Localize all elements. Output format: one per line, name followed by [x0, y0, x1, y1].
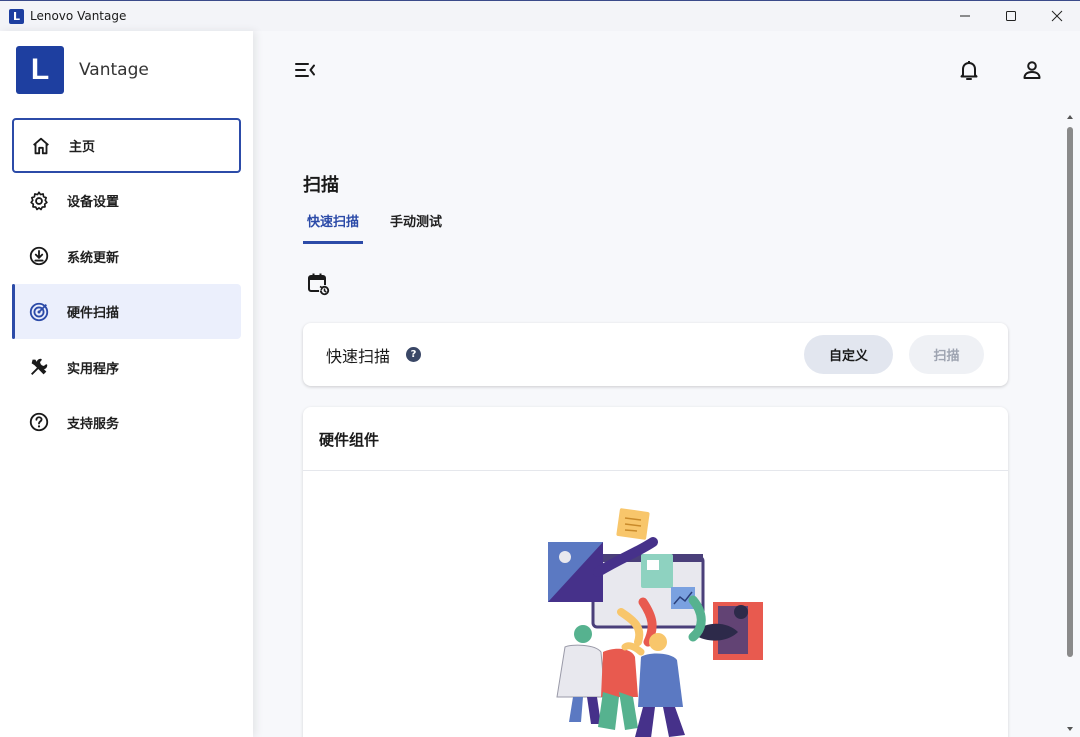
tab-quick-scan[interactable]: 快速扫描: [303, 207, 364, 244]
app-logo-icon: L: [9, 8, 24, 24]
scan-tabs: 快速扫描 手动测试: [303, 207, 469, 244]
page-title: 扫描: [303, 175, 339, 196]
sidebar-item-label: 设备设置: [67, 195, 120, 211]
maximize-icon: [1006, 11, 1016, 21]
window-title: Lenovo Vantage: [30, 9, 127, 23]
main-content: 扫描 快速扫描 手动测试 快速扫描 ? 自定义 扫描 硬件组件: [253, 31, 1080, 737]
quick-scan-title: 快速扫描: [326, 347, 391, 366]
sidebar-item-system-update[interactable]: 系统更新: [12, 229, 241, 284]
sidebar-item-label: 支持服务: [67, 416, 120, 432]
sidebar-item-home[interactable]: 主页: [12, 118, 241, 173]
user-icon: [1023, 61, 1041, 79]
window-controls: [942, 1, 1080, 31]
account-button[interactable]: [1020, 58, 1044, 82]
scan-history-button[interactable]: [306, 271, 332, 297]
notifications-button[interactable]: [957, 58, 981, 82]
collapse-menu-icon: [295, 63, 315, 77]
sidebar-item-label: 实用程序: [67, 361, 120, 377]
scan-button[interactable]: 扫描: [909, 335, 984, 374]
help-icon[interactable]: ?: [406, 347, 421, 362]
customize-button[interactable]: 自定义: [804, 335, 893, 374]
lenovo-logo: L: [16, 46, 64, 94]
calendar-history-icon: [308, 273, 330, 296]
sidebar-item-utilities[interactable]: 实用程序: [12, 340, 241, 395]
sidebar-item-label: 硬件扫描: [67, 306, 120, 322]
title-bar: L Lenovo Vantage: [0, 0, 1080, 31]
scroll-down-icon[interactable]: [1066, 725, 1074, 733]
hardware-components-title: 硬件组件: [319, 431, 380, 449]
gear-icon: [27, 189, 51, 213]
help-icon: [27, 410, 51, 434]
team-illustration: [548, 508, 763, 737]
sidebar-item-label: 系统更新: [67, 250, 120, 266]
maximize-button[interactable]: [988, 1, 1034, 31]
radar-icon: [27, 300, 51, 324]
sidebar-item-device-settings[interactable]: 设备设置: [12, 173, 241, 228]
sidebar-item-support[interactable]: 支持服务: [12, 395, 241, 450]
sidebar: L Vantage 主页 设备设置 系统更新 硬件扫描 实用程序 支持服务: [0, 31, 253, 737]
hardware-components-card: 硬件组件: [303, 407, 1008, 737]
scroll-up-icon[interactable]: [1066, 113, 1074, 121]
brand-name: Vantage: [79, 60, 149, 80]
collapse-menu-button[interactable]: [293, 58, 317, 82]
divider: [303, 470, 1008, 471]
sidebar-item-label: 主页: [69, 140, 96, 155]
bell-icon: [960, 61, 978, 80]
scroll-thumb[interactable]: [1067, 127, 1073, 657]
sidebar-nav: 主页 设备设置 系统更新 硬件扫描 实用程序 支持服务: [12, 118, 241, 450]
vertical-scrollbar[interactable]: [1063, 113, 1077, 737]
tab-manual-test[interactable]: 手动测试: [386, 207, 446, 244]
close-icon: [1051, 10, 1063, 22]
close-button[interactable]: [1034, 1, 1080, 31]
quick-scan-card: 快速扫描 ? 自定义 扫描: [303, 323, 1008, 386]
sidebar-item-hardware-scan[interactable]: 硬件扫描: [12, 284, 241, 340]
minimize-icon: [960, 15, 970, 17]
home-icon: [29, 134, 53, 158]
brand: L Vantage: [16, 46, 149, 94]
download-icon: [27, 244, 51, 268]
minimize-button[interactable]: [942, 1, 988, 31]
tools-icon: [27, 355, 51, 379]
